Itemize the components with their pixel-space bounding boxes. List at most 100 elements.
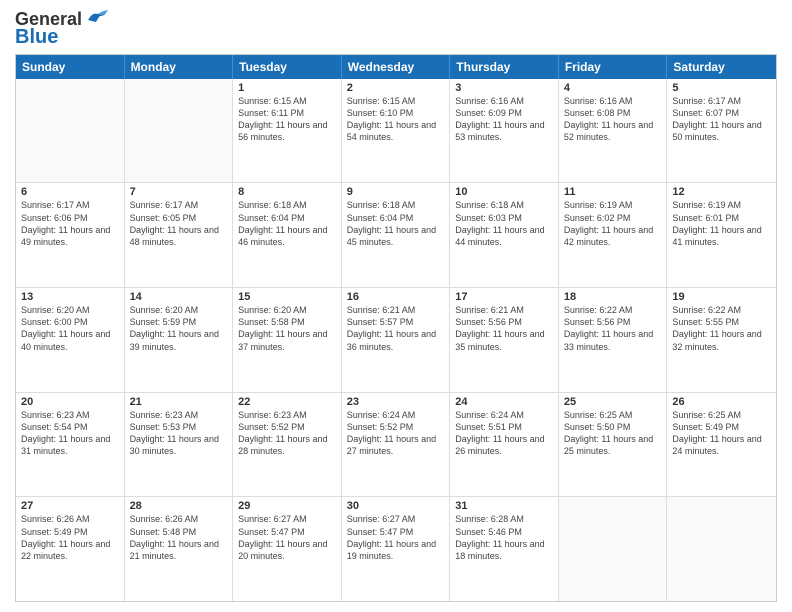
calendar-cell: 21Sunrise: 6:23 AMSunset: 5:53 PMDayligh…: [125, 393, 234, 497]
calendar-cell: 12Sunrise: 6:19 AMSunset: 6:01 PMDayligh…: [667, 183, 776, 287]
cell-info: Sunrise: 6:19 AMSunset: 6:02 PMDaylight:…: [564, 199, 662, 248]
calendar-cell: 30Sunrise: 6:27 AMSunset: 5:47 PMDayligh…: [342, 497, 451, 601]
cell-info: Sunrise: 6:23 AMSunset: 5:54 PMDaylight:…: [21, 409, 119, 458]
calendar-header-cell: Wednesday: [342, 55, 451, 79]
cell-info: Sunrise: 6:24 AMSunset: 5:51 PMDaylight:…: [455, 409, 553, 458]
calendar-cell: 16Sunrise: 6:21 AMSunset: 5:57 PMDayligh…: [342, 288, 451, 392]
day-number: 31: [455, 500, 553, 512]
calendar-header-cell: Saturday: [667, 55, 776, 79]
calendar-row: 13Sunrise: 6:20 AMSunset: 6:00 PMDayligh…: [16, 287, 776, 392]
calendar-cell: 26Sunrise: 6:25 AMSunset: 5:49 PMDayligh…: [667, 393, 776, 497]
calendar-cell: 13Sunrise: 6:20 AMSunset: 6:00 PMDayligh…: [16, 288, 125, 392]
calendar-cell: 1Sunrise: 6:15 AMSunset: 6:11 PMDaylight…: [233, 79, 342, 183]
cell-info: Sunrise: 6:23 AMSunset: 5:52 PMDaylight:…: [238, 409, 336, 458]
calendar-cell: 27Sunrise: 6:26 AMSunset: 5:49 PMDayligh…: [16, 497, 125, 601]
calendar-row: 6Sunrise: 6:17 AMSunset: 6:06 PMDaylight…: [16, 182, 776, 287]
day-number: 18: [564, 291, 662, 303]
calendar-cell: 3Sunrise: 6:16 AMSunset: 6:09 PMDaylight…: [450, 79, 559, 183]
cell-info: Sunrise: 6:18 AMSunset: 6:04 PMDaylight:…: [347, 199, 445, 248]
cell-info: Sunrise: 6:15 AMSunset: 6:11 PMDaylight:…: [238, 95, 336, 144]
cell-info: Sunrise: 6:26 AMSunset: 5:48 PMDaylight:…: [130, 513, 228, 562]
calendar-header-cell: Thursday: [450, 55, 559, 79]
calendar-cell: 5Sunrise: 6:17 AMSunset: 6:07 PMDaylight…: [667, 79, 776, 183]
day-number: 14: [130, 291, 228, 303]
cell-info: Sunrise: 6:27 AMSunset: 5:47 PMDaylight:…: [238, 513, 336, 562]
cell-info: Sunrise: 6:17 AMSunset: 6:06 PMDaylight:…: [21, 199, 119, 248]
calendar-cell: 31Sunrise: 6:28 AMSunset: 5:46 PMDayligh…: [450, 497, 559, 601]
calendar-header-cell: Monday: [125, 55, 234, 79]
cell-info: Sunrise: 6:27 AMSunset: 5:47 PMDaylight:…: [347, 513, 445, 562]
calendar-cell: 7Sunrise: 6:17 AMSunset: 6:05 PMDaylight…: [125, 183, 234, 287]
calendar-cell: 8Sunrise: 6:18 AMSunset: 6:04 PMDaylight…: [233, 183, 342, 287]
calendar-cell: 28Sunrise: 6:26 AMSunset: 5:48 PMDayligh…: [125, 497, 234, 601]
cell-info: Sunrise: 6:24 AMSunset: 5:52 PMDaylight:…: [347, 409, 445, 458]
cell-info: Sunrise: 6:22 AMSunset: 5:55 PMDaylight:…: [672, 304, 771, 353]
header: General Blue: [15, 10, 777, 48]
cell-info: Sunrise: 6:19 AMSunset: 6:01 PMDaylight:…: [672, 199, 771, 248]
cell-info: Sunrise: 6:15 AMSunset: 6:10 PMDaylight:…: [347, 95, 445, 144]
cell-info: Sunrise: 6:21 AMSunset: 5:57 PMDaylight:…: [347, 304, 445, 353]
cell-info: Sunrise: 6:18 AMSunset: 6:04 PMDaylight:…: [238, 199, 336, 248]
calendar-cell: 9Sunrise: 6:18 AMSunset: 6:04 PMDaylight…: [342, 183, 451, 287]
cell-info: Sunrise: 6:21 AMSunset: 5:56 PMDaylight:…: [455, 304, 553, 353]
day-number: 27: [21, 500, 119, 512]
day-number: 6: [21, 186, 119, 198]
cell-info: Sunrise: 6:26 AMSunset: 5:49 PMDaylight:…: [21, 513, 119, 562]
calendar-cell: 22Sunrise: 6:23 AMSunset: 5:52 PMDayligh…: [233, 393, 342, 497]
cell-info: Sunrise: 6:25 AMSunset: 5:50 PMDaylight:…: [564, 409, 662, 458]
day-number: 5: [672, 82, 771, 94]
calendar-cell: 6Sunrise: 6:17 AMSunset: 6:06 PMDaylight…: [16, 183, 125, 287]
day-number: 25: [564, 396, 662, 408]
day-number: 29: [238, 500, 336, 512]
cell-info: Sunrise: 6:28 AMSunset: 5:46 PMDaylight:…: [455, 513, 553, 562]
calendar-cell: 25Sunrise: 6:25 AMSunset: 5:50 PMDayligh…: [559, 393, 668, 497]
calendar-cell: 11Sunrise: 6:19 AMSunset: 6:02 PMDayligh…: [559, 183, 668, 287]
day-number: 2: [347, 82, 445, 94]
calendar-row: 20Sunrise: 6:23 AMSunset: 5:54 PMDayligh…: [16, 392, 776, 497]
day-number: 17: [455, 291, 553, 303]
cell-info: Sunrise: 6:16 AMSunset: 6:08 PMDaylight:…: [564, 95, 662, 144]
calendar-cell: 24Sunrise: 6:24 AMSunset: 5:51 PMDayligh…: [450, 393, 559, 497]
calendar-row: 1Sunrise: 6:15 AMSunset: 6:11 PMDaylight…: [16, 79, 776, 183]
logo: General Blue: [15, 10, 110, 48]
day-number: 13: [21, 291, 119, 303]
day-number: 28: [130, 500, 228, 512]
calendar-cell: 23Sunrise: 6:24 AMSunset: 5:52 PMDayligh…: [342, 393, 451, 497]
calendar-cell: 17Sunrise: 6:21 AMSunset: 5:56 PMDayligh…: [450, 288, 559, 392]
day-number: 12: [672, 186, 771, 198]
day-number: 7: [130, 186, 228, 198]
cell-info: Sunrise: 6:17 AMSunset: 6:07 PMDaylight:…: [672, 95, 771, 144]
calendar-cell: [559, 497, 668, 601]
day-number: 19: [672, 291, 771, 303]
cell-info: Sunrise: 6:20 AMSunset: 6:00 PMDaylight:…: [21, 304, 119, 353]
day-number: 9: [347, 186, 445, 198]
calendar-cell: 19Sunrise: 6:22 AMSunset: 5:55 PMDayligh…: [667, 288, 776, 392]
cell-info: Sunrise: 6:22 AMSunset: 5:56 PMDaylight:…: [564, 304, 662, 353]
calendar-cell: 15Sunrise: 6:20 AMSunset: 5:58 PMDayligh…: [233, 288, 342, 392]
day-number: 11: [564, 186, 662, 198]
cell-info: Sunrise: 6:20 AMSunset: 5:59 PMDaylight:…: [130, 304, 228, 353]
logo-blue: Blue: [15, 26, 58, 48]
cell-info: Sunrise: 6:25 AMSunset: 5:49 PMDaylight:…: [672, 409, 771, 458]
calendar-header: SundayMondayTuesdayWednesdayThursdayFrid…: [16, 55, 776, 79]
day-number: 23: [347, 396, 445, 408]
day-number: 26: [672, 396, 771, 408]
page: General Blue SundayMondayTuesdayWednesda…: [0, 0, 792, 612]
calendar-cell: [667, 497, 776, 601]
cell-info: Sunrise: 6:18 AMSunset: 6:03 PMDaylight:…: [455, 199, 553, 248]
calendar-body: 1Sunrise: 6:15 AMSunset: 6:11 PMDaylight…: [16, 79, 776, 601]
day-number: 8: [238, 186, 336, 198]
day-number: 16: [347, 291, 445, 303]
day-number: 30: [347, 500, 445, 512]
cell-info: Sunrise: 6:20 AMSunset: 5:58 PMDaylight:…: [238, 304, 336, 353]
calendar: SundayMondayTuesdayWednesdayThursdayFrid…: [15, 54, 777, 602]
logo-bird-icon: [84, 8, 110, 28]
day-number: 3: [455, 82, 553, 94]
day-number: 1: [238, 82, 336, 94]
calendar-cell: [125, 79, 234, 183]
calendar-row: 27Sunrise: 6:26 AMSunset: 5:49 PMDayligh…: [16, 496, 776, 601]
calendar-cell: 29Sunrise: 6:27 AMSunset: 5:47 PMDayligh…: [233, 497, 342, 601]
calendar-cell: 18Sunrise: 6:22 AMSunset: 5:56 PMDayligh…: [559, 288, 668, 392]
calendar-cell: 4Sunrise: 6:16 AMSunset: 6:08 PMDaylight…: [559, 79, 668, 183]
day-number: 22: [238, 396, 336, 408]
